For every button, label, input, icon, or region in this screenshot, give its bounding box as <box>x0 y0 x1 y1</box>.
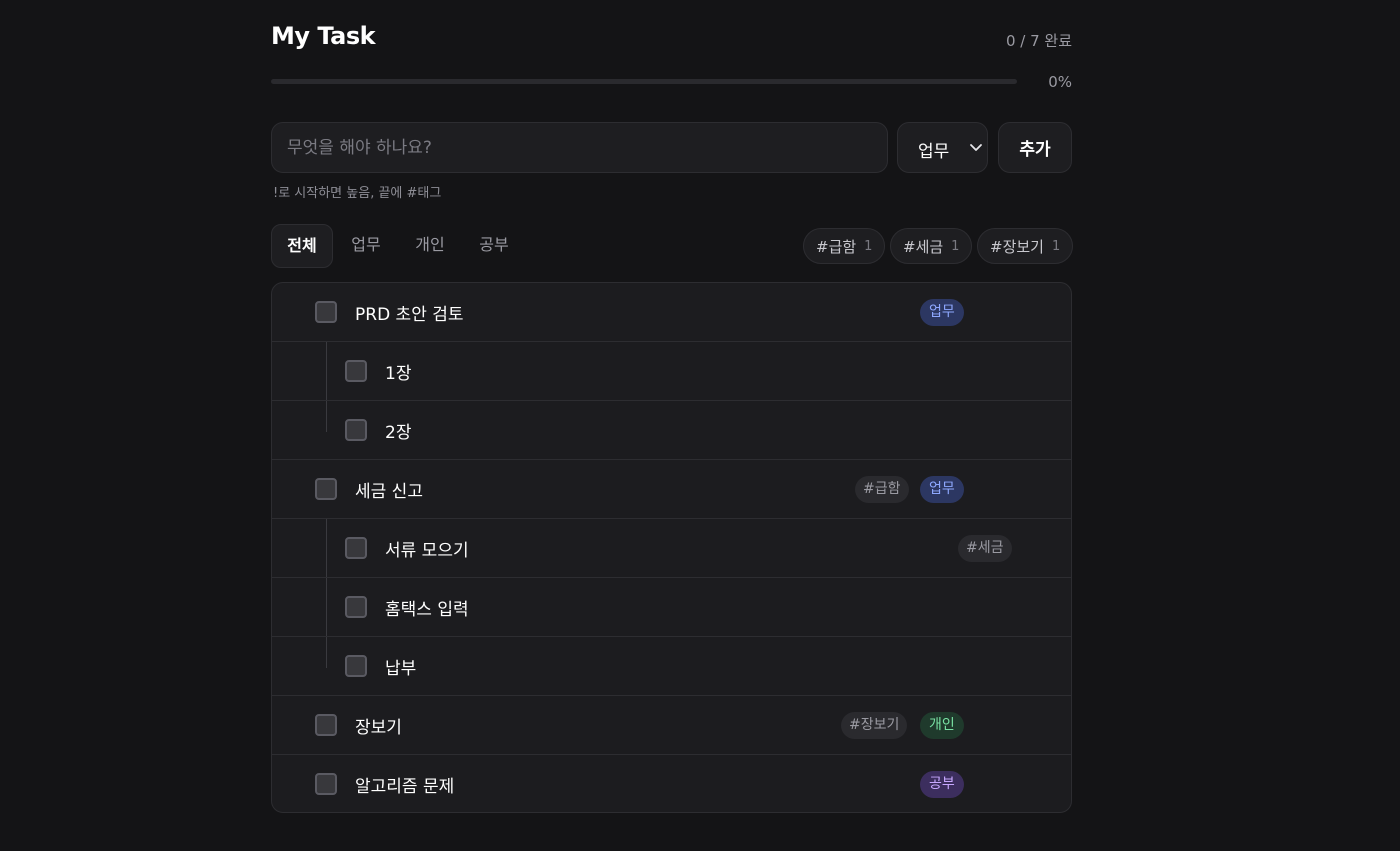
subtask-row: 2장 <box>272 401 1071 460</box>
task-checkbox[interactable] <box>345 655 367 677</box>
task-label: 장보기 <box>355 718 402 738</box>
page-title: My Task <box>271 22 376 50</box>
progress-bar <box>271 79 1017 84</box>
task-checkbox[interactable] <box>345 537 367 559</box>
tag-filter-tax[interactable]: #세금 1 <box>890 228 973 264</box>
task-label: PRD 초안 검토 <box>355 305 464 325</box>
task-row: 장보기 #장보기 개인 <box>272 696 1071 755</box>
task-checkbox[interactable] <box>315 714 337 736</box>
task-label: 2장 <box>385 423 412 443</box>
tag-filter-count: 1 <box>864 238 873 254</box>
tag-filter-label: #세금 <box>903 237 944 256</box>
tag-filter-count: 1 <box>951 238 960 254</box>
subtask-row: 서류 모으기 #세금 <box>272 519 1071 578</box>
task-checkbox[interactable] <box>315 301 337 323</box>
category-badge: 업무 <box>920 299 964 326</box>
input-hint: !로 시작하면 높음, 끝에 #태그 <box>273 186 442 201</box>
task-checkbox[interactable] <box>315 478 337 500</box>
task-tag: #급함 <box>855 476 909 503</box>
progress-percent: 0% <box>1048 73 1072 91</box>
task-checkbox[interactable] <box>345 419 367 441</box>
task-checkbox[interactable] <box>345 360 367 382</box>
tab-all[interactable]: 전체 <box>271 224 333 268</box>
category-select[interactable]: 업무 <box>897 122 988 173</box>
tag-filter-label: #장보기 <box>990 237 1044 256</box>
subtask-row: 1장 <box>272 342 1071 401</box>
task-checkbox[interactable] <box>315 773 337 795</box>
tag-filter-label: #급함 <box>816 237 857 256</box>
tag-filter-count: 1 <box>1051 238 1061 254</box>
header: My Task 0 / 7 완료 <box>271 22 1072 54</box>
category-badge: 공부 <box>920 771 964 798</box>
task-input[interactable] <box>271 122 888 173</box>
tab-study[interactable]: 공부 <box>471 224 517 268</box>
subtask-row: 납부 <box>272 637 1071 696</box>
category-badge: 개인 <box>920 712 964 739</box>
tag-filter-groceries[interactable]: #장보기 1 <box>977 228 1074 264</box>
task-label: 세금 신고 <box>355 482 423 502</box>
task-row: PRD 초안 검토 업무 <box>272 283 1071 342</box>
completion-count: 0 / 7 완료 <box>1005 32 1072 50</box>
task-row: 알고리즘 문제 공부 <box>272 755 1071 812</box>
task-tag: #세금 <box>958 535 1012 562</box>
task-label: 알고리즘 문제 <box>355 777 455 797</box>
category-select-value: 업무 <box>918 142 950 162</box>
tag-filter-urgent[interactable]: #급함 1 <box>803 228 886 264</box>
task-tag: #장보기 <box>841 712 908 739</box>
category-badge: 업무 <box>920 476 964 503</box>
task-label: 홈택스 입력 <box>385 600 469 620</box>
subtask-row: 홈택스 입력 <box>272 578 1071 637</box>
tab-personal[interactable]: 개인 <box>407 224 453 268</box>
task-checkbox[interactable] <box>345 596 367 618</box>
task-label: 납부 <box>385 659 417 679</box>
task-label: 서류 모으기 <box>385 541 469 561</box>
task-row: 세금 신고 #급함 업무 <box>272 460 1071 519</box>
tab-work[interactable]: 업무 <box>343 224 389 268</box>
add-button[interactable]: 추가 <box>998 122 1072 173</box>
task-list: PRD 초안 검토 업무 1장 2장 세금 신고 #급함 업무 서류 모으기 #… <box>271 282 1072 813</box>
chevron-down-icon <box>970 144 982 151</box>
task-label: 1장 <box>385 364 412 384</box>
